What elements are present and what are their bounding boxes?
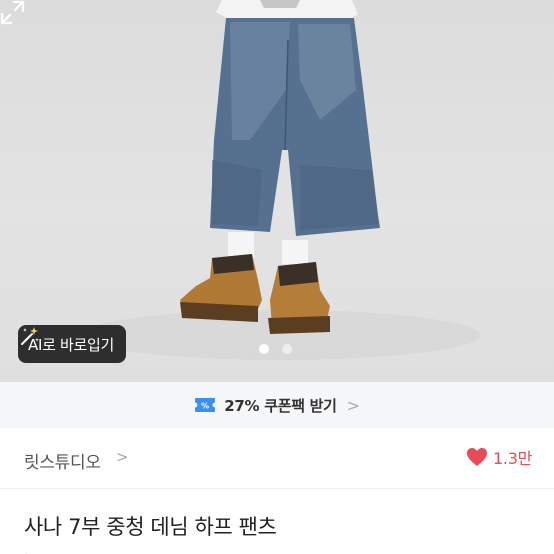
like-button[interactable]: 1.3만 [466, 445, 532, 469]
product-photo[interactable]: AI로 바로입기 [0, 0, 554, 382]
ai-try-on-button[interactable]: AI로 바로입기 [18, 325, 127, 363]
chevron-right-icon: > [116, 448, 129, 466]
svg-text:%: % [201, 402, 209, 411]
coupon-banner[interactable]: % 27% 쿠폰팩 받기 > [0, 382, 554, 428]
like-count: 1.3만 [493, 449, 532, 468]
seller-name[interactable]: 릿스튜디오 [24, 448, 101, 473]
expand-icon[interactable] [0, 0, 25, 25]
carousel-dots [259, 344, 292, 354]
heart-icon [467, 448, 488, 466]
carousel-dot[interactable] [282, 344, 292, 354]
coupon-ticket-icon: % [195, 398, 216, 412]
product-title: 사나 7부 중청 데님 하프 팬츠 [24, 515, 277, 539]
magic-wand-icon [21, 327, 39, 345]
chevron-right-icon: > [346, 395, 360, 415]
seller-row[interactable]: 릿스튜디오 > 1.3만 [0, 428, 554, 489]
carousel-dot-active[interactable] [259, 344, 269, 354]
price-partial: · [24, 546, 29, 554]
ai-try-on-label: AI로 바로입기 [28, 335, 115, 354]
coupon-label: 27% 쿠폰팩 받기 [224, 396, 337, 415]
